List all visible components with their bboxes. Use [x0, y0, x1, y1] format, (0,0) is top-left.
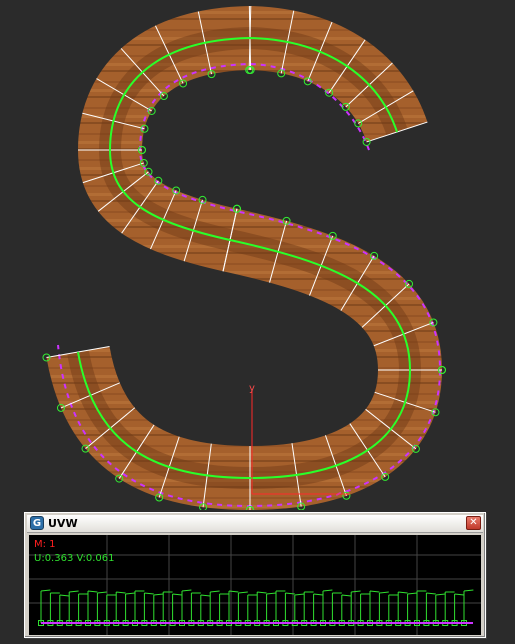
uv-quad	[444, 591, 455, 623]
uv-quad	[388, 594, 399, 623]
uv-quad	[153, 593, 164, 623]
uv-quad	[172, 593, 183, 623]
uv-quad	[219, 593, 229, 623]
viewport-canvas[interactable]: y	[0, 0, 515, 510]
uv-quad	[303, 591, 314, 623]
uv-quad	[294, 593, 305, 623]
uv-quad	[200, 594, 211, 623]
uv-quad	[256, 591, 267, 623]
close-button[interactable]: ✕	[466, 516, 481, 530]
window-title: UVW	[48, 517, 78, 530]
uv-quad	[425, 592, 436, 623]
uv-quad	[454, 593, 465, 623]
uv-quad	[115, 591, 126, 623]
uv-quad	[106, 594, 117, 623]
uv-quad	[435, 593, 446, 623]
uv-quad	[181, 589, 192, 623]
uv-quad	[360, 593, 370, 623]
uv-quad	[125, 592, 136, 623]
gizmo-y-label: y	[249, 383, 255, 394]
uv-quad	[322, 589, 333, 623]
uv-quad	[49, 592, 60, 623]
uv-quad	[313, 593, 324, 623]
uv-quad	[143, 592, 154, 623]
uv-quad	[341, 594, 352, 623]
uvw-plot-canvas[interactable]	[29, 535, 481, 635]
uvw-window[interactable]: G UVW ✕ M: 1 U:0.363 V:0.061	[24, 512, 486, 638]
uv-quad	[416, 590, 427, 623]
uv-quad	[87, 590, 98, 623]
uv-quad	[78, 593, 88, 623]
uv-coordinate-readout: U:0.363 V:0.061	[34, 553, 115, 564]
uv-quad	[397, 591, 408, 623]
uv-quad	[68, 590, 79, 623]
3d-viewport[interactable]: y	[0, 0, 515, 510]
uv-quad	[237, 591, 248, 623]
uv-quad	[59, 594, 70, 623]
uv-quad	[369, 590, 380, 623]
uv-quad	[463, 589, 474, 623]
uv-quad	[331, 592, 342, 623]
app-icon: G	[30, 516, 44, 530]
uv-quad	[190, 592, 201, 623]
uv-quad	[266, 592, 277, 623]
uvw-titlebar[interactable]: G UVW ✕	[27, 515, 483, 533]
uv-quad	[96, 591, 107, 623]
material-readout: M: 1	[34, 539, 56, 550]
uv-quad	[275, 590, 286, 623]
uv-quad	[350, 590, 361, 623]
uv-quad	[134, 590, 145, 623]
uv-quad	[407, 592, 418, 623]
uv-quad	[247, 594, 258, 623]
uv-quad	[162, 591, 173, 623]
s-mesh[interactable]	[42, 5, 446, 510]
uv-strip	[38, 589, 474, 626]
uv-quad	[40, 589, 51, 623]
uv-quad	[378, 591, 389, 623]
uv-quad	[209, 590, 220, 623]
uv-quad	[228, 590, 239, 623]
uvw-plot-area[interactable]: M: 1 U:0.363 V:0.061	[29, 535, 481, 635]
